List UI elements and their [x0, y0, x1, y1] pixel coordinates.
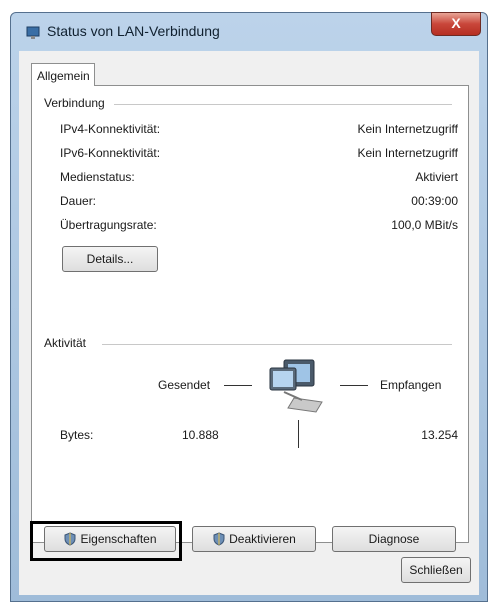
row-label-ipv6: IPv6-Konnektivität:: [60, 146, 161, 160]
diagnose-button[interactable]: Diagnose: [332, 526, 456, 552]
tab-allgemein[interactable]: Allgemein: [31, 63, 95, 86]
sent-label: Gesendet: [158, 378, 211, 392]
sent-connector: [224, 385, 252, 386]
row-label-ipv4: IPv4-Konnektivität:: [60, 122, 161, 136]
row-value-media: Aktiviert: [415, 170, 458, 184]
bytes-label: Bytes:: [60, 428, 94, 442]
uac-shield-icon: [213, 532, 225, 546]
group-label-activity: Aktivität: [44, 336, 87, 350]
received-label: Empfangen: [380, 378, 442, 392]
bytes-divider: [298, 420, 299, 448]
row-label-duration: Dauer:: [60, 194, 97, 208]
tab-panel: Verbindung IPv4-Konnektivität: Kein Inte…: [30, 85, 469, 561]
row-value-ipv6: Kein Internetzugriff: [357, 146, 458, 160]
computer-network-icon: [269, 359, 323, 413]
bytes-received-value: 13.254: [421, 428, 458, 442]
window-title: Status von LAN-Verbindung: [47, 23, 220, 39]
network-icon: [26, 26, 40, 39]
bytes-sent-value: 10.888: [182, 428, 219, 442]
deactivate-button-label: Deaktivieren: [229, 532, 296, 546]
row-label-speed: Übertragungsrate:: [60, 218, 157, 232]
dialog-window: Status von LAN-Verbindung X Allgemein Ve…: [10, 12, 488, 602]
deactivate-button[interactable]: Deaktivieren: [192, 526, 316, 552]
title-bar[interactable]: Status von LAN-Verbindung X: [11, 12, 487, 53]
row-value-ipv4: Kein Internetzugriff: [357, 122, 458, 136]
received-connector: [340, 385, 368, 386]
row-label-media: Medienstatus:: [60, 170, 135, 184]
dialog-client: Allgemein Verbindung IPv4-Konnektivität:…: [19, 51, 479, 595]
details-button[interactable]: Details...: [62, 246, 158, 272]
row-value-duration: 00:39:00: [411, 194, 458, 208]
highlight-box: [30, 521, 182, 561]
row-value-speed: 100,0 MBit/s: [391, 218, 458, 232]
close-button[interactable]: Schließen: [401, 557, 471, 583]
group-divider: [102, 344, 452, 345]
group-label-connection: Verbindung: [44, 96, 105, 110]
close-window-button[interactable]: X: [431, 12, 481, 36]
group-divider: [114, 104, 452, 105]
